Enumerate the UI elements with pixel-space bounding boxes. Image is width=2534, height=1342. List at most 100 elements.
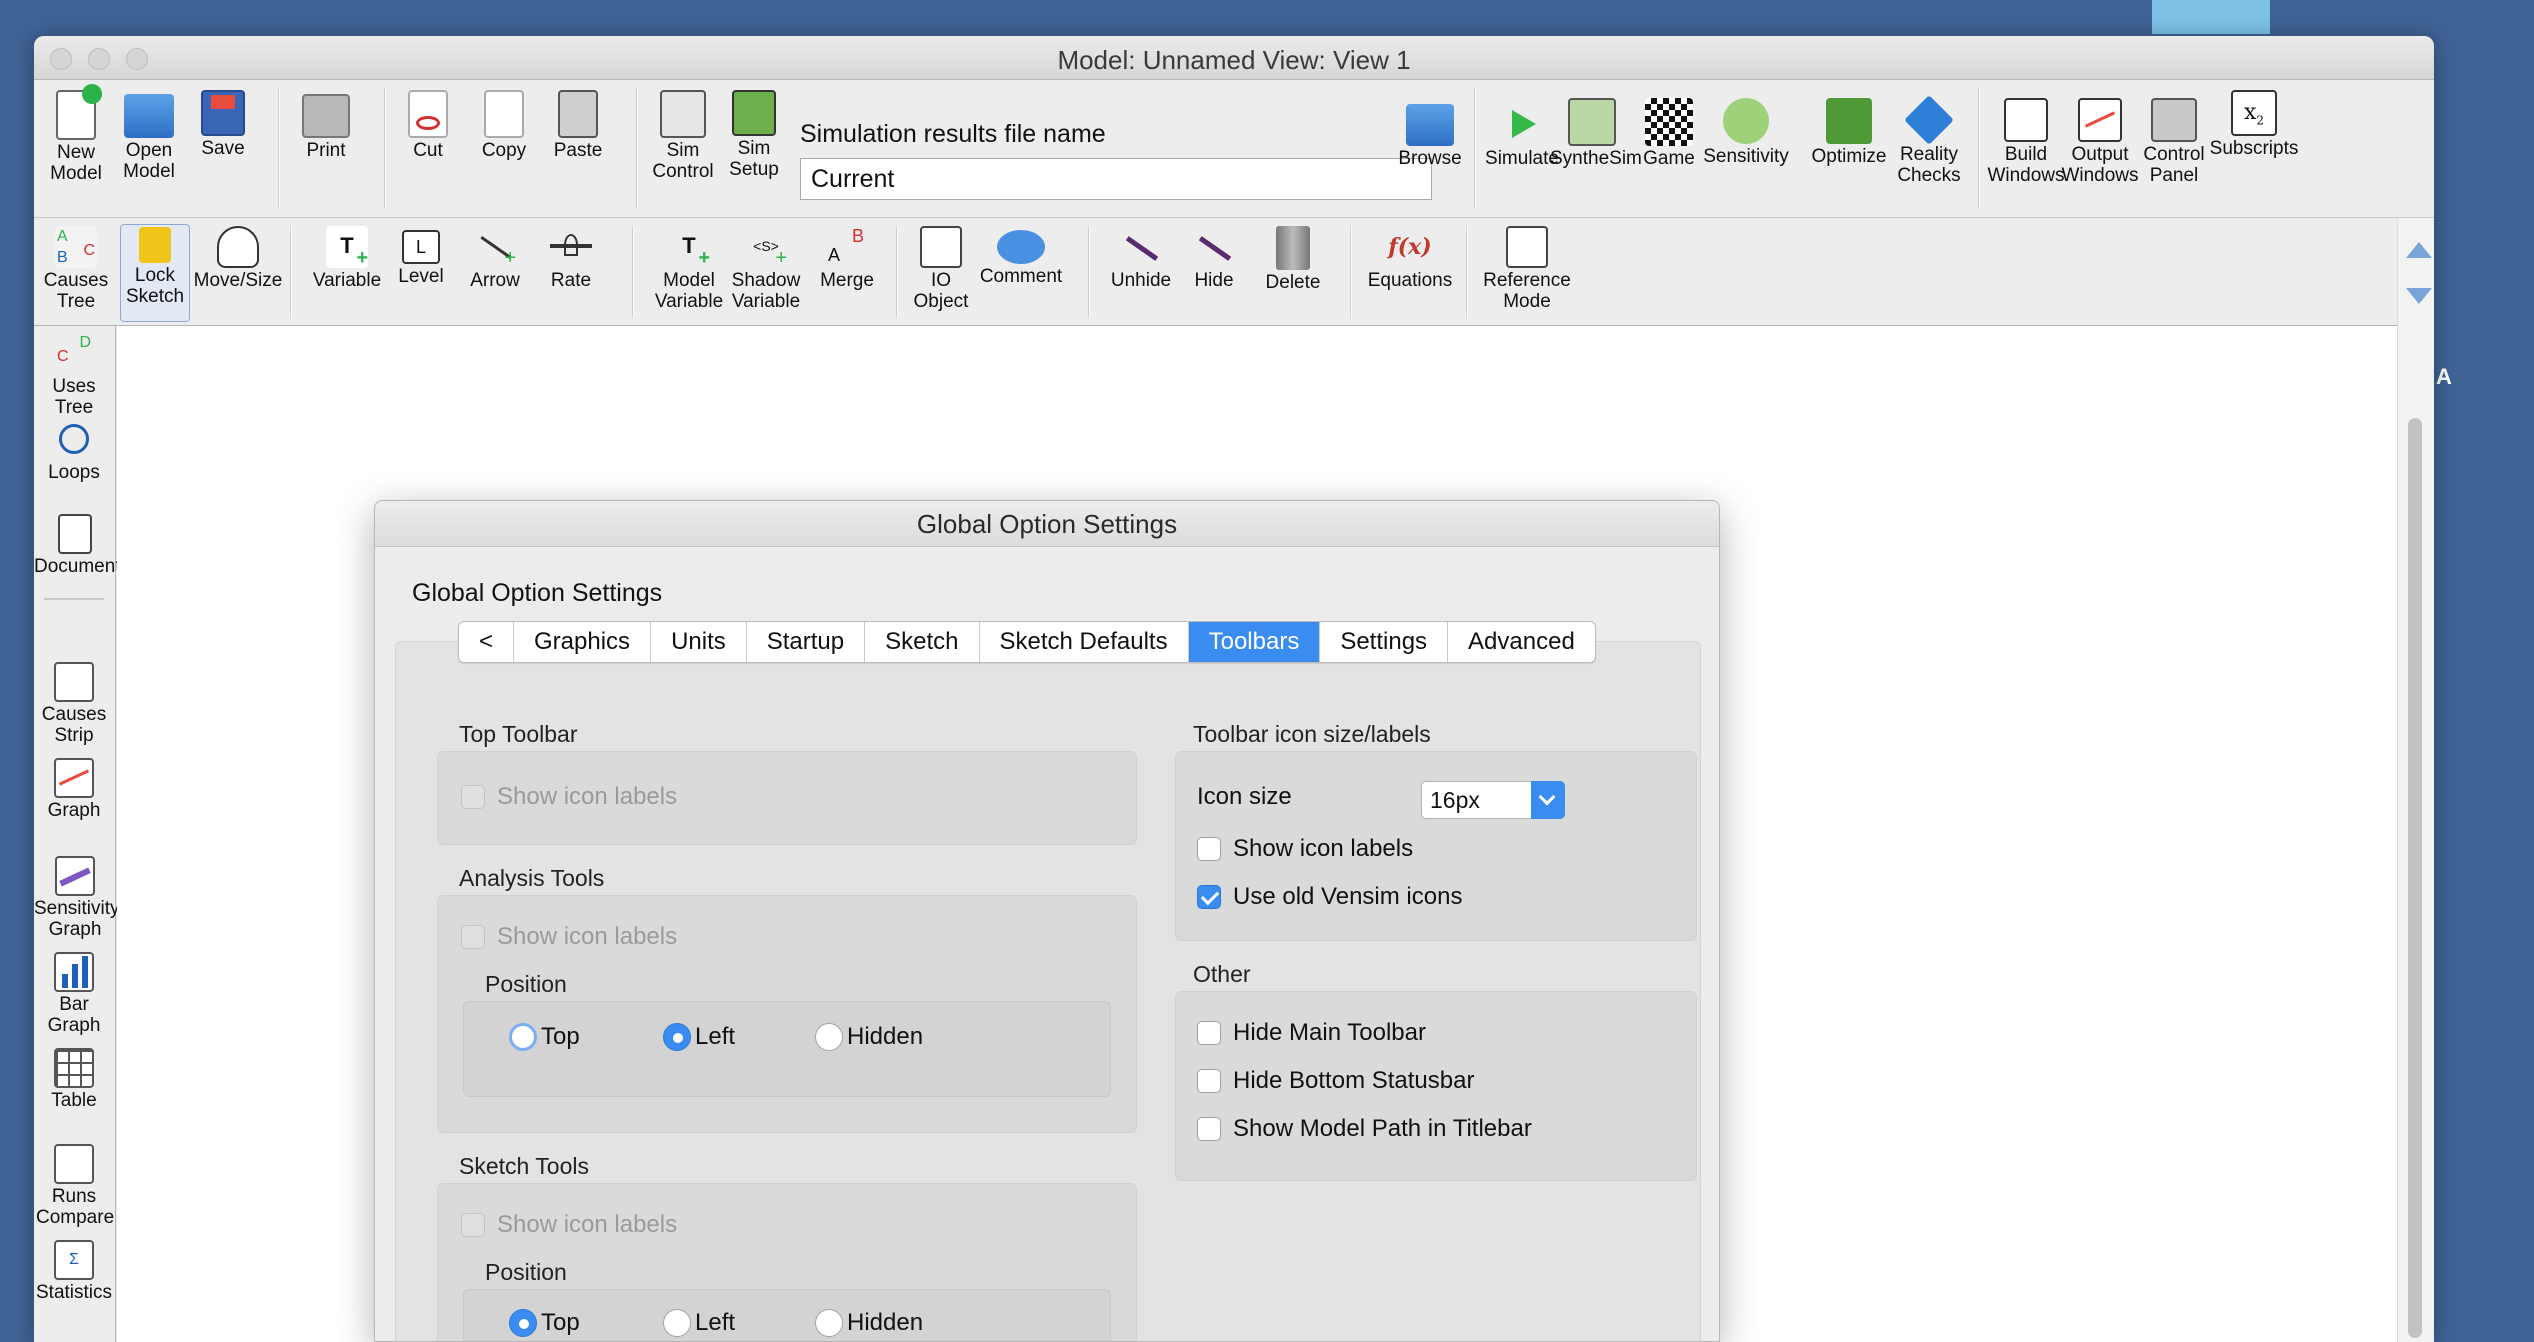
arrow-tool-button[interactable]: + Arrow [464,226,526,291]
synthesim-button[interactable]: SyntheSim [1550,98,1642,169]
analysis-tools-label: Analysis Tools [459,865,605,891]
output-windows-button[interactable]: Output Windows [2060,98,2140,186]
tab-toolbars[interactable]: Toolbars [1188,622,1321,662]
unhide-button[interactable]: Unhide [1104,226,1178,291]
runs-compare-button[interactable]: Runs Compare [36,1144,114,1228]
window-titlebar: Model: Unnamed View: View 1 [34,36,2434,80]
analysis-position-label: Position [485,971,567,997]
tab-sketch-defaults[interactable]: Sketch Defaults [980,622,1189,662]
new-model-button[interactable]: New Model [48,84,104,184]
analysis-position-left-radio[interactable]: Left [663,1023,735,1051]
icon-size-select[interactable]: 16px [1421,781,1565,819]
variable-icon: T + [326,226,368,268]
io-object-button[interactable]: IO Object [912,226,970,312]
print-button[interactable]: Print [294,90,358,161]
simulate-button[interactable]: Simulate [1484,98,1560,169]
runs-compare-icon [54,1144,94,1184]
bar-graph-button[interactable]: Bar Graph [36,952,112,1036]
tab-advanced[interactable]: Advanced [1448,622,1595,662]
causes-tree-button[interactable]: A C B Causes Tree [40,226,112,312]
merge-icon: A B [828,226,864,265]
level-icon: L [402,230,440,264]
tab-units[interactable]: Units [651,622,747,662]
sketch-position-top-radio[interactable]: Top [509,1309,580,1337]
tab-startup[interactable]: Startup [747,622,866,662]
variable-tool-button[interactable]: T + Variable [310,226,384,291]
sensitivity-button[interactable]: Sensitivity [1700,98,1792,167]
sim-setup-icon [732,90,776,136]
scroll-down-arrow-icon[interactable] [2406,288,2432,304]
cut-button[interactable]: Cut [400,90,456,161]
sketch-position-label: Position [485,1259,567,1285]
chevron-down-icon [1531,781,1565,819]
vertical-scrollbar[interactable] [2397,218,2434,1342]
shadow-variable-button[interactable]: <S> + Shadow Variable [726,226,806,312]
reality-checks-button[interactable]: Reality Checks [1890,95,1968,186]
game-button[interactable]: Game [1638,98,1700,169]
show-model-path-checkbox[interactable]: Show Model Path in Titlebar [1197,1115,1532,1143]
comment-tool-button[interactable]: Comment [976,226,1066,287]
scrollbar-thumb[interactable] [2408,418,2422,1338]
line-chart-icon [2078,98,2122,142]
synthesim-icon [1568,98,1616,146]
analysis-position-top-radio[interactable]: Top [509,1023,580,1051]
paste-button[interactable]: Paste [546,90,610,161]
browse-button[interactable]: Browse [1394,98,1466,169]
table-icon [54,1048,94,1088]
sensitivity-graph-button[interactable]: Sensitivity Graph [34,856,120,940]
tab-sketch[interactable]: Sketch [865,622,980,662]
table-button[interactable]: Table [36,1048,112,1111]
sim-file-input[interactable]: Current [800,158,1432,200]
hide-main-toolbar-checkbox[interactable]: Hide Main Toolbar [1197,1019,1426,1047]
subscripts-button[interactable]: x2 Subscripts [2204,90,2304,159]
sim-setup-button[interactable]: Sim Setup [722,90,786,180]
document-button[interactable]: Document [34,514,121,577]
model-variable-button[interactable]: T + Model Variable [652,226,726,312]
loops-button[interactable]: Loops [36,418,112,483]
uses-tree-button[interactable]: D C Uses Tree [36,332,112,418]
sim-control-button[interactable]: Sim Control [648,90,718,182]
tab-graphics[interactable]: Graphics [514,622,652,662]
scissors-icon [408,90,448,138]
level-tool-button[interactable]: L Level [390,226,452,287]
icon-size-label: Icon size [1197,783,1292,810]
open-model-button[interactable]: Open Model [116,90,182,182]
lock-sketch-button[interactable]: Lock Sketch [120,224,190,322]
top-toolbar-show-labels-checkbox[interactable]: Show icon labels [461,783,677,811]
analysis-show-labels-checkbox[interactable]: Show icon labels [461,923,677,951]
rate-tool-button[interactable]: Rate [542,226,600,291]
reference-mode-button[interactable]: Reference Mode [1476,226,1578,312]
optimize-button[interactable]: Optimize [1808,98,1890,167]
top-toolbar-label: Top Toolbar [459,721,578,747]
control-panel-button[interactable]: Control Panel [2138,98,2210,186]
tab-back[interactable]: < [459,622,515,662]
tab-settings[interactable]: Settings [1320,622,1449,662]
show-icon-labels-checkbox[interactable]: Show icon labels [1197,835,1413,863]
graph-button[interactable]: Graph [36,758,112,821]
causes-strip-button[interactable]: Causes Strip [36,662,112,746]
sketch-position-hidden-radio[interactable]: Hidden [815,1309,923,1337]
sketch-show-labels-checkbox[interactable]: Show icon labels [461,1211,677,1239]
sketch-position-left-radio[interactable]: Left [663,1309,735,1337]
copy-button[interactable]: Copy [472,90,536,161]
scroll-up-arrow-icon[interactable] [2406,242,2432,258]
build-windows-button[interactable]: Build Windows [1986,98,2066,186]
analysis-position-hidden-radio[interactable]: Hidden [815,1023,923,1051]
merge-tool-button[interactable]: A B Merge [812,226,882,291]
statistics-icon: Σ [54,1240,94,1280]
save-button[interactable]: Save [194,90,252,159]
icon-size-group-label: Toolbar icon size/labels [1193,721,1431,747]
hide-button[interactable]: Hide [1184,226,1244,291]
equations-button[interactable]: f(x) Equations [1362,226,1458,291]
play-icon [1502,104,1542,146]
printer-icon [302,94,350,138]
hide-bottom-statusbar-checkbox[interactable]: Hide Bottom Statusbar [1197,1067,1474,1095]
delete-button[interactable]: Delete [1260,226,1326,293]
reality-check-icon [1904,95,1954,145]
main-toolbar: New Model Open Model Save Print Cut Copy [34,80,2434,218]
global-options-dialog: Global Option Settings Global Option Set… [374,500,1720,1342]
statistics-button[interactable]: Σ Statistics [36,1240,112,1303]
move-size-button[interactable]: Move/Size [190,226,286,291]
copy-icon [484,90,524,138]
use-old-icons-checkbox[interactable]: Use old Vensim icons [1197,883,1462,911]
